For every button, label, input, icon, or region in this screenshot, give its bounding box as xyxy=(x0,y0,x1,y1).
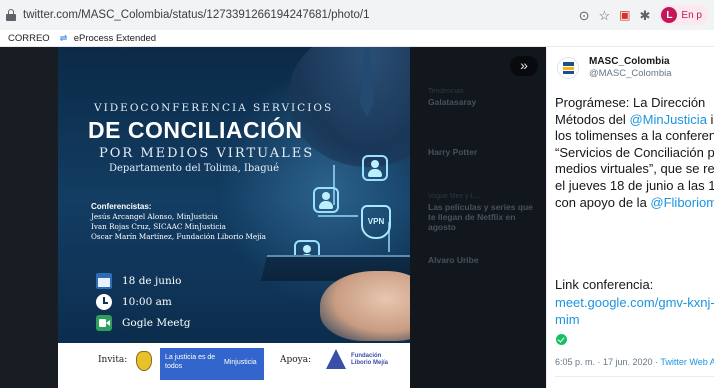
tweet-text: Prográmese: La Dirección Métodos del @Mi… xyxy=(555,95,714,211)
tweet-meta: 6:05 p. m. · 17 jun. 2020 · Twitter Web … xyxy=(555,357,714,367)
event-platform: Gogle Meetg xyxy=(96,315,190,331)
speaker-item: Jesús Arcangel Alonso, MinJusticia xyxy=(91,212,218,221)
poster-footer: Invita: La justicia es de todos Minjusti… xyxy=(58,343,410,388)
apoya-label: Apoya: xyxy=(280,355,312,365)
speakers-heading: Conferencistas: xyxy=(91,202,152,211)
check-icon xyxy=(556,334,567,345)
user-icon xyxy=(362,155,388,181)
speakers-list: Jesús Arcangel Alonso, MinJusticia Ivan … xyxy=(91,212,266,242)
eprocess-icon: ⇌ xyxy=(59,32,68,43)
url-text[interactable]: twitter.com/MASC_Colombia/status/1273391… xyxy=(23,9,579,21)
bookmarks-bar: CORREO ⇌ eProcess Extended xyxy=(0,30,714,47)
star-icon[interactable]: ☆ xyxy=(599,9,611,22)
tweet-image[interactable]: VPN VIDEOCONFERENCIA SERVICIOS DE CONCIL… xyxy=(58,47,410,388)
speaker-item: Ivan Rojas Cruz, SICAAC MinJusticia xyxy=(91,222,226,231)
background-trend: Alvaro Uribe xyxy=(428,255,479,265)
colombia-seal-logo xyxy=(136,351,152,371)
fundacion-name: Fundación Liborio Mejía xyxy=(351,353,389,366)
target-icon[interactable]: ⊙ xyxy=(579,9,590,22)
profile-button[interactable]: L En p xyxy=(659,5,708,25)
mention-link[interactable]: @MinJusticia xyxy=(629,112,707,127)
calendar-icon xyxy=(96,273,112,289)
tweet-source[interactable]: Twitter Web App xyxy=(660,357,714,367)
account-avatar[interactable] xyxy=(557,57,579,79)
lock-icon[interactable] xyxy=(6,9,16,21)
toolbar-icons: ⊙ ☆ ▣ ✱ L En p xyxy=(579,5,708,25)
divider xyxy=(555,376,714,377)
speaker-item: Oscar Marín Martínez, Fundación Liborio … xyxy=(91,232,266,241)
extension-icon[interactable]: ▣ xyxy=(619,9,630,21)
background-trend: Vogue Mex y L... Las películas y series … xyxy=(428,193,533,232)
user-icon xyxy=(313,187,339,213)
poster-title-main: DE CONCILIACIÓN xyxy=(88,117,303,143)
address-bar[interactable]: twitter.com/MASC_Colombia/status/1273391… xyxy=(0,0,714,30)
poster-title-line1: VIDEOCONFERENCIA SERVICIOS xyxy=(94,102,334,114)
expand-button[interactable]: » xyxy=(510,56,538,76)
poster-title-line3: POR MEDIOS VIRTUALES xyxy=(99,146,315,161)
invita-label: Invita: xyxy=(98,355,128,365)
background-trend: Harry Potter xyxy=(428,147,478,157)
bookmark-correo[interactable]: CORREO xyxy=(8,33,50,44)
tweet-timestamp[interactable]: 6:05 p. m. · 17 jun. 2020 · xyxy=(555,357,660,367)
event-date: 18 de junio xyxy=(96,273,181,289)
profile-label: En p xyxy=(681,9,702,21)
bookmark-eprocess-label: eProcess Extended xyxy=(73,32,157,44)
bookmark-eprocess[interactable]: ⇌ eProcess Extended xyxy=(60,33,156,44)
profile-avatar: L xyxy=(661,7,678,23)
vpn-shield-icon: VPN xyxy=(361,205,391,239)
meeting-link[interactable]: meet.google.com/gmv-kxnj-mim xyxy=(555,294,714,328)
tweet-panel: MASC_Colombia @MASC_Colombia Prográmese:… xyxy=(546,47,714,388)
clock-icon xyxy=(96,294,112,310)
mention-link[interactable]: @Fliboriomejia xyxy=(650,195,714,210)
browser-window: twitter.com/MASC_Colombia/status/1273391… xyxy=(0,0,714,388)
event-time: 10:00 am xyxy=(96,294,172,310)
link-label: Link conferencia: xyxy=(555,277,654,292)
minjusticia-logo: La justicia es de todos Minjusticia xyxy=(160,348,264,380)
display-name[interactable]: MASC_Colombia xyxy=(589,56,670,67)
hand-graphic xyxy=(320,271,410,341)
google-meet-icon xyxy=(96,315,112,331)
fundacion-logo xyxy=(324,349,348,375)
background-timeline: Tendencias Galatasaray Harry Potter Vogu… xyxy=(410,47,546,388)
account-handle[interactable]: @MASC_Colombia xyxy=(589,68,672,79)
puzzle-icon[interactable]: ✱ xyxy=(640,9,651,22)
poster-location: Departamento del Tolima, Ibagué xyxy=(109,163,279,174)
background-trend: Tendencias Galatasaray xyxy=(428,88,477,107)
